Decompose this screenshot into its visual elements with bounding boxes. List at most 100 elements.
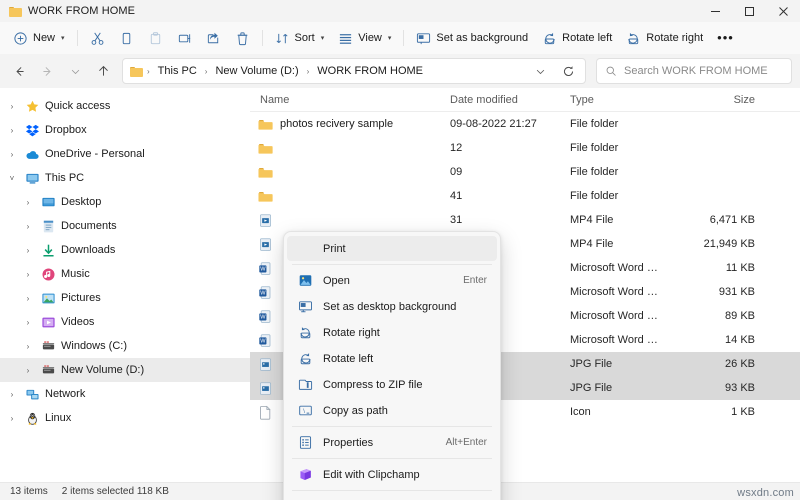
expander-icon[interactable]: › — [4, 102, 20, 111]
menu-item-edit-with-clipchamp[interactable]: Edit with Clipchamp — [287, 462, 497, 487]
menu-item-show-more-options[interactable]: Show more optionsShift+F10 — [287, 494, 497, 500]
menu-item-print[interactable]: Print — [287, 236, 497, 261]
explorer-tab[interactable]: WORK FROM HOME — [0, 5, 135, 17]
expander-icon[interactable]: › — [20, 222, 36, 231]
title-bar: WORK FROM HOME — [0, 0, 800, 22]
sidebar-item-documents[interactable]: › Documents — [0, 214, 250, 238]
rotate-left-label: Rotate left — [562, 32, 613, 44]
svg-text:W: W — [260, 266, 266, 272]
minimize-button[interactable] — [698, 0, 732, 22]
sidebar-item-music[interactable]: › Music — [0, 262, 250, 286]
column-header-type[interactable]: Type — [560, 94, 670, 106]
back-button[interactable] — [6, 58, 32, 84]
image-file-icon — [258, 381, 273, 396]
sidebar-item-dropbox[interactable]: › Dropbox — [0, 118, 250, 142]
share-button[interactable] — [199, 26, 228, 50]
sort-button[interactable]: Sort ▾ — [268, 26, 332, 50]
sidebar-item-network[interactable]: › Network — [0, 382, 250, 406]
set-as-background-button[interactable]: Set as background — [409, 26, 535, 50]
recent-locations-button[interactable] — [62, 58, 88, 84]
sidebar-item-new-volume-d[interactable]: › New Volume (D:) — [0, 358, 250, 382]
sort-icon — [275, 31, 290, 46]
expander-icon[interactable]: › — [20, 366, 36, 375]
breadcrumb-new-volume[interactable]: New Volume (D:) — [211, 63, 302, 79]
expander-icon[interactable]: › — [20, 270, 36, 279]
address-bar[interactable]: › This PC › New Volume (D:) › WORK FROM … — [122, 58, 586, 84]
sidebar-item-videos[interactable]: › Videos — [0, 310, 250, 334]
address-dropdown-button[interactable] — [527, 58, 553, 84]
menu-item-set-as-desktop-background[interactable]: Set as desktop background — [287, 294, 497, 319]
svg-text:W: W — [260, 338, 266, 344]
menu-item-compress-to-zip-file[interactable]: Compress to ZIP file — [287, 372, 497, 397]
close-button[interactable] — [766, 0, 800, 22]
sidebar-item-pictures[interactable]: › Pictures — [0, 286, 250, 310]
more-options-button[interactable]: ••• — [710, 26, 741, 50]
desktop-background-icon — [416, 31, 431, 46]
column-header-name[interactable]: Name — [250, 94, 440, 106]
view-button[interactable]: View ▾ — [331, 26, 398, 50]
rotate-right-label: Rotate right — [646, 32, 704, 44]
sidebar-item-label: Documents — [61, 220, 117, 232]
sidebar-item-downloads[interactable]: › Downloads — [0, 238, 250, 262]
sidebar-item-linux[interactable]: › Linux — [0, 406, 250, 430]
sidebar-item-label: Dropbox — [45, 124, 87, 136]
column-header-size[interactable]: Size — [670, 94, 765, 106]
menu-item-open[interactable]: Open Enter — [287, 268, 497, 293]
menu-separator — [292, 490, 492, 491]
svg-text:\: \ — [303, 409, 305, 415]
sidebar-item-windows-c[interactable]: › Windows (C:) — [0, 334, 250, 358]
sidebar-item-this-pc[interactable]: ˅ This PC — [0, 166, 250, 190]
paste-button[interactable] — [141, 26, 170, 50]
clipchamp-icon — [298, 467, 313, 482]
menu-item-rotate-right[interactable]: Rotate right — [287, 320, 497, 345]
desktop-icon — [41, 195, 56, 210]
expander-icon[interactable]: › — [20, 294, 36, 303]
expander-icon[interactable]: › — [20, 318, 36, 327]
refresh-button[interactable] — [555, 58, 581, 84]
forward-button[interactable] — [34, 58, 60, 84]
breadcrumb-this-pc[interactable]: This PC — [154, 63, 201, 79]
copy-button[interactable] — [112, 26, 141, 50]
folder-icon — [258, 189, 273, 204]
expander-icon[interactable]: › — [4, 390, 20, 399]
breadcrumb-separator-2: › — [306, 66, 310, 76]
menu-item-label: Rotate right — [323, 326, 380, 339]
file-explorer-window: WORK FROM HOME New ▾ Sort ▾ View ▾ Set a… — [0, 0, 800, 500]
rotate-right-button[interactable]: Rotate right — [619, 26, 710, 50]
up-button[interactable] — [90, 58, 116, 84]
delete-button[interactable] — [228, 26, 257, 50]
rename-button[interactable] — [170, 26, 199, 50]
sidebar-item-onedrive-personal[interactable]: › OneDrive - Personal — [0, 142, 250, 166]
expander-icon[interactable]: › — [20, 246, 36, 255]
expander-icon[interactable]: › — [4, 126, 20, 135]
expander-icon[interactable]: › — [20, 198, 36, 207]
explorer-content: › Quick access › Dropbox › OneDrive - Persona… — [0, 88, 800, 500]
sidebar-item-desktop[interactable]: › Desktop — [0, 190, 250, 214]
cell-type: Icon — [570, 406, 591, 418]
menu-item-rotate-left[interactable]: Rotate left — [287, 346, 497, 371]
rotate-left-button[interactable]: Rotate left — [535, 26, 619, 50]
linux-icon — [25, 411, 40, 426]
cell-date: 41 — [450, 190, 463, 202]
cell-size: 89 KB — [725, 310, 755, 322]
column-header-date[interactable]: Date modified — [440, 94, 560, 106]
table-row[interactable]: 31 MP4 File 6,471 KB — [250, 208, 800, 232]
expander-icon[interactable]: › — [4, 414, 20, 423]
table-row[interactable]: 41 File folder — [250, 184, 800, 208]
maximize-button[interactable] — [732, 0, 766, 22]
breadcrumb-work-from-home[interactable]: WORK FROM HOME — [313, 63, 427, 79]
table-row[interactable]: 12 File folder — [250, 136, 800, 160]
table-row[interactable]: photos recivery sample 09-08-2022 21:27 Fi… — [250, 112, 800, 136]
menu-item-properties[interactable]: Properties Alt+Enter — [287, 430, 497, 455]
cut-button[interactable] — [83, 26, 112, 50]
menu-item-copy-as-path[interactable]: \ Copy as path — [287, 398, 497, 423]
search-box[interactable]: Search WORK FROM HOME — [596, 58, 792, 84]
star-icon — [25, 99, 40, 114]
search-input[interactable]: Search WORK FROM HOME — [624, 65, 768, 77]
new-button[interactable]: New ▾ — [6, 26, 72, 50]
sidebar-item-quick-access[interactable]: › Quick access — [0, 94, 250, 118]
expander-icon[interactable]: › — [20, 342, 36, 351]
expander-icon[interactable]: ˅ — [4, 174, 20, 183]
table-row[interactable]: 09 File folder — [250, 160, 800, 184]
expander-icon[interactable]: › — [4, 150, 20, 159]
